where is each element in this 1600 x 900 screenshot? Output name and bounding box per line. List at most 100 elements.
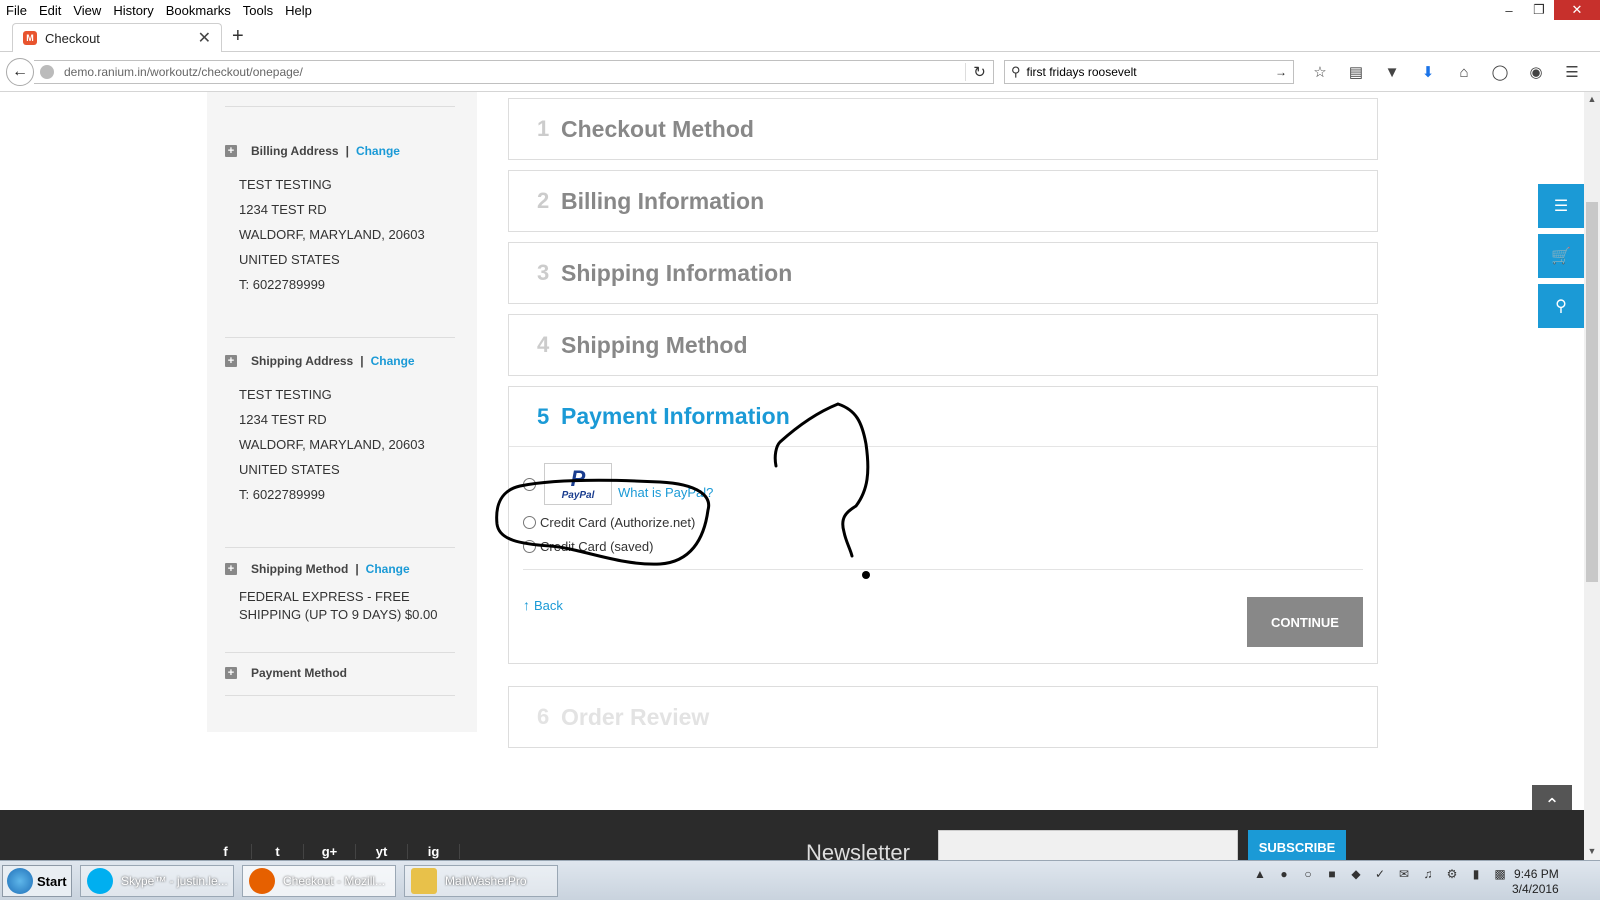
instagram-icon[interactable]: ig — [408, 844, 460, 859]
saved-card-radio[interactable] — [523, 540, 536, 553]
step-label: Checkout Method — [561, 115, 754, 142]
menu-bookmarks[interactable]: Bookmarks — [160, 3, 237, 18]
tray-app-icon[interactable]: ✉ — [1392, 867, 1416, 881]
browser-back-icon[interactable]: ← — [6, 58, 34, 86]
tray-app-icon[interactable]: ○ — [1296, 867, 1320, 881]
address-line: 1234 TEST RD — [239, 412, 327, 427]
newsletter-title: Newsletter — [806, 840, 910, 860]
menu-tools[interactable]: Tools — [237, 3, 279, 18]
address-line: 1234 TEST RD — [239, 202, 327, 217]
address-line: T: 6022789999 — [239, 487, 326, 502]
url-bar[interactable]: demo.ranium.in/workoutz/checkout/onepage… — [34, 60, 994, 84]
payment-option-authorize-net[interactable]: Credit Card (Authorize.net) — [523, 515, 695, 530]
address-line: WALDORF, MARYLAND, 20603 — [239, 437, 425, 452]
minimize-icon[interactable]: – — [1494, 0, 1524, 20]
cart-icon[interactable]: 🛒 — [1538, 234, 1584, 278]
step-shipping-information[interactable]: 3 Shipping Information — [508, 242, 1378, 304]
separator: | — [345, 144, 349, 158]
shipping-change-link[interactable]: Change — [371, 354, 415, 368]
url-text[interactable]: demo.ranium.in/workoutz/checkout/onepage… — [64, 65, 965, 79]
reload-icon[interactable]: ↻ — [965, 63, 993, 81]
chat-icon[interactable]: ◯ — [1482, 62, 1518, 82]
menu-history[interactable]: History — [107, 3, 159, 18]
paypal-p-icon: P — [570, 465, 586, 491]
scroll-up-icon[interactable]: ▲ — [1584, 94, 1600, 104]
step-checkout-method[interactable]: 1 Checkout Method — [508, 98, 1378, 160]
search-go-icon[interactable]: → — [1275, 65, 1287, 79]
close-window-icon[interactable]: ✕ — [1554, 0, 1600, 20]
menu-file[interactable]: File — [0, 3, 33, 18]
subscribe-button[interactable]: SUBSCRIBE — [1248, 830, 1346, 860]
reading-list-icon[interactable]: ▤ — [1338, 62, 1374, 82]
expand-plus-icon[interactable]: + — [225, 355, 237, 367]
network-signal-icon[interactable]: ▩ — [1488, 867, 1512, 881]
adblock-icon[interactable]: ◉ — [1518, 62, 1554, 82]
back-label: Back — [534, 597, 563, 613]
tray-app-icon[interactable]: ⚙ — [1440, 867, 1464, 881]
tab-checkout[interactable]: M Checkout ✕ — [12, 23, 222, 52]
step-billing-information[interactable]: 2 Billing Information — [508, 170, 1378, 232]
youtube-icon[interactable]: yt — [356, 844, 408, 859]
back-link[interactable]: ↑ Back — [523, 597, 563, 613]
home-icon[interactable]: ⌂ — [1446, 62, 1482, 82]
menu-lines-icon[interactable]: ☰ — [1538, 184, 1584, 228]
tray-app-icon[interactable]: ✓ — [1368, 867, 1392, 881]
taskbar-mailwasher[interactable]: MailWasherPro — [404, 865, 558, 897]
paypal-radio[interactable] — [523, 477, 536, 491]
newsletter-email-input[interactable] — [938, 830, 1238, 860]
separator: | — [355, 562, 359, 576]
start-button[interactable]: Start — [2, 865, 72, 897]
tray-app-icon[interactable]: ● — [1272, 867, 1296, 881]
menu-view[interactable]: View — [67, 3, 107, 18]
twitter-icon[interactable]: t — [252, 844, 304, 859]
mailwasher-icon — [411, 868, 437, 894]
site-footer: f t g+ yt ig Newsletter SUBSCRIBE — [0, 810, 1584, 860]
payment-method-section: + Payment Method — [225, 666, 455, 680]
page-scrollbar[interactable]: ▲ ▼ — [1584, 92, 1600, 860]
search-input[interactable]: first fridays roosevelt — [1027, 65, 1275, 79]
authorize-net-radio[interactable] — [523, 516, 536, 529]
step-shipping-method[interactable]: 4 Shipping Method — [508, 314, 1378, 376]
new-tab-icon[interactable]: + — [232, 25, 244, 48]
step-payment-information: 5 Payment Information P PayPal What is P… — [508, 386, 1378, 664]
system-clock[interactable]: 9:46 PM 3/4/2016 — [1512, 867, 1559, 897]
restore-icon[interactable]: ❐ — [1524, 0, 1554, 20]
downloads-icon[interactable]: ⬇ — [1410, 62, 1446, 82]
payment-option-saved-card[interactable]: Credit Card (saved) — [523, 539, 653, 554]
scroll-down-icon[interactable]: ▼ — [1584, 846, 1600, 856]
taskbar-firefox[interactable]: Checkout - Mozill... — [242, 865, 396, 897]
taskbar-skype[interactable]: Skype™ - justin.le... — [80, 865, 234, 897]
power-icon[interactable]: ▮ — [1464, 867, 1488, 881]
bookmark-star-icon[interactable]: ☆ — [1302, 62, 1338, 82]
tray-app-icon[interactable]: ■ — [1320, 867, 1344, 881]
continue-button[interactable]: CONTINUE — [1247, 597, 1363, 647]
expand-plus-icon[interactable]: + — [225, 145, 237, 157]
tab-close-icon[interactable]: ✕ — [198, 28, 211, 48]
hamburger-menu-icon[interactable]: ☰ — [1554, 62, 1590, 82]
page-viewport: + Billing Address | Change TEST TESTING … — [0, 92, 1584, 860]
expand-plus-icon[interactable]: + — [225, 563, 237, 575]
pocket-icon[interactable]: ▼ — [1374, 62, 1410, 82]
magento-favicon-icon: M — [23, 31, 37, 45]
search-bar[interactable]: ⚲ first fridays roosevelt → — [1004, 60, 1294, 84]
step-label: Order Review — [561, 703, 710, 730]
shipping-method-lines: FEDERAL EXPRESS - FREE SHIPPING (UP TO 9… — [225, 588, 455, 624]
volume-icon[interactable]: ♫ — [1416, 867, 1440, 881]
menu-help[interactable]: Help — [279, 3, 318, 18]
facebook-icon[interactable]: f — [200, 844, 252, 859]
billing-change-link[interactable]: Change — [356, 144, 400, 158]
expand-plus-icon[interactable]: + — [225, 667, 237, 679]
step-order-review[interactable]: 6 Order Review — [508, 686, 1378, 748]
system-tray: ▲ ● ○ ■ ◆ ✓ ✉ ♫ ⚙ ▮ ▩ — [1248, 867, 1512, 881]
google-plus-icon[interactable]: g+ — [304, 844, 356, 859]
what-is-paypal-link[interactable]: What is PayPal? — [618, 485, 713, 500]
sidebar-divider — [225, 106, 455, 107]
tray-app-icon[interactable]: ◆ — [1344, 867, 1368, 881]
shipping-method-title: Shipping Method — [251, 562, 349, 576]
tray-expand-icon[interactable]: ▲ — [1248, 867, 1272, 881]
menu-edit[interactable]: Edit — [33, 3, 67, 18]
shipping-method-line: SHIPPING (UP TO 9 DAYS) $0.00 — [239, 607, 438, 622]
magnifier-search-icon[interactable]: ⚲ — [1538, 284, 1584, 328]
scrollbar-thumb[interactable] — [1586, 202, 1598, 582]
shipping-method-change-link[interactable]: Change — [366, 562, 410, 576]
